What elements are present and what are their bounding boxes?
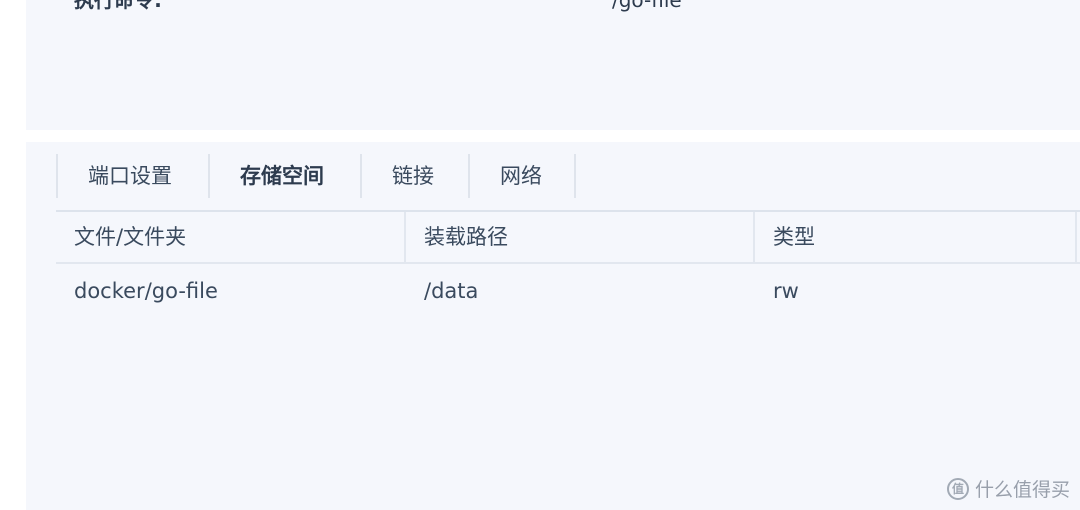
- watermark: 值 什么值得买: [946, 475, 1070, 502]
- tab-port-settings[interactable]: 端口设置: [56, 154, 208, 198]
- tab-links[interactable]: 链接: [360, 154, 468, 198]
- table-row[interactable]: docker/go-file /data rw: [56, 264, 1080, 318]
- container-settings-panel: 端口设置 存储空间 链接 网络 文件/文件夹 装载路径 类型 docker/go…: [26, 142, 1080, 510]
- command-label: 执行命令:: [74, 0, 162, 12]
- container-info-panel: 执行命令: /go-file: [26, 0, 1080, 130]
- command-row: 执行命令: /go-file: [26, 0, 1080, 12]
- tab-storage[interactable]: 存储空间: [208, 154, 360, 198]
- column-header-mount-path[interactable]: 装载路径: [406, 212, 755, 262]
- cell-file-folder: docker/go-file: [74, 279, 218, 303]
- smzdm-logo-icon: 值: [946, 477, 969, 500]
- watermark-text: 什么值得买: [974, 479, 1070, 501]
- cell-type: rw: [773, 279, 799, 303]
- volume-table: 文件/文件夹 装载路径 类型 docker/go-file /data rw: [56, 210, 1080, 318]
- tab-network[interactable]: 网络: [468, 154, 576, 198]
- cell-mount-path: /data: [424, 279, 479, 303]
- settings-tabs: 端口设置 存储空间 链接 网络: [56, 154, 576, 198]
- page: 执行命令: /go-file 端口设置 存储空间 链接 网络 文件/文件夹 装载…: [0, 0, 1080, 510]
- column-header-type[interactable]: 类型: [755, 212, 1077, 262]
- column-header-file-folder[interactable]: 文件/文件夹: [56, 212, 406, 262]
- command-value: /go-file: [612, 0, 682, 12]
- table-header: 文件/文件夹 装载路径 类型: [56, 210, 1080, 264]
